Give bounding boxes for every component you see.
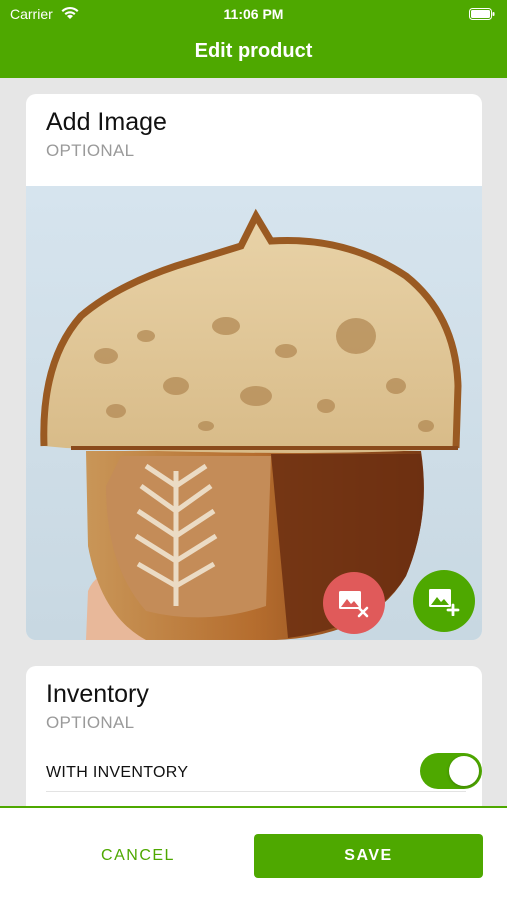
add-image-button[interactable] — [413, 570, 475, 632]
add-image-optional-label: OPTIONAL — [46, 141, 135, 160]
inventory-card: Inventory OPTIONAL WITH INVENTORY — [26, 666, 482, 808]
bottom-action-bar: CANCEL SAVE — [0, 806, 507, 900]
scroll-content[interactable]: Add Image OPTIONAL Inventory OPTIONAL WI… — [0, 78, 507, 808]
cancel-button[interactable]: CANCEL — [26, 834, 250, 878]
with-inventory-label: WITH INVENTORY — [46, 764, 189, 781]
add-image-icon — [429, 589, 460, 616]
remove-image-icon — [339, 591, 369, 618]
status-time: 11:06 PM — [223, 6, 284, 22]
toggle-knob — [449, 756, 479, 786]
inventory-title: Inventory — [46, 680, 149, 708]
app-header: Carrier 11:06 PM Edit product — [0, 0, 507, 78]
bread-illustration — [26, 186, 482, 640]
remove-image-button[interactable] — [323, 572, 385, 634]
battery-icon — [469, 8, 495, 20]
add-image-title: Add Image — [46, 108, 167, 136]
status-bar: Carrier 11:06 PM — [0, 0, 507, 28]
product-photo[interactable] — [26, 186, 482, 640]
save-button[interactable]: SAVE — [254, 834, 483, 878]
inventory-optional-label: OPTIONAL — [46, 713, 135, 732]
with-inventory-row: WITH INVENTORY — [46, 753, 482, 792]
page-title: Edit product — [194, 40, 313, 62]
add-image-card: Add Image OPTIONAL — [26, 94, 482, 640]
with-inventory-toggle[interactable] — [420, 753, 482, 789]
